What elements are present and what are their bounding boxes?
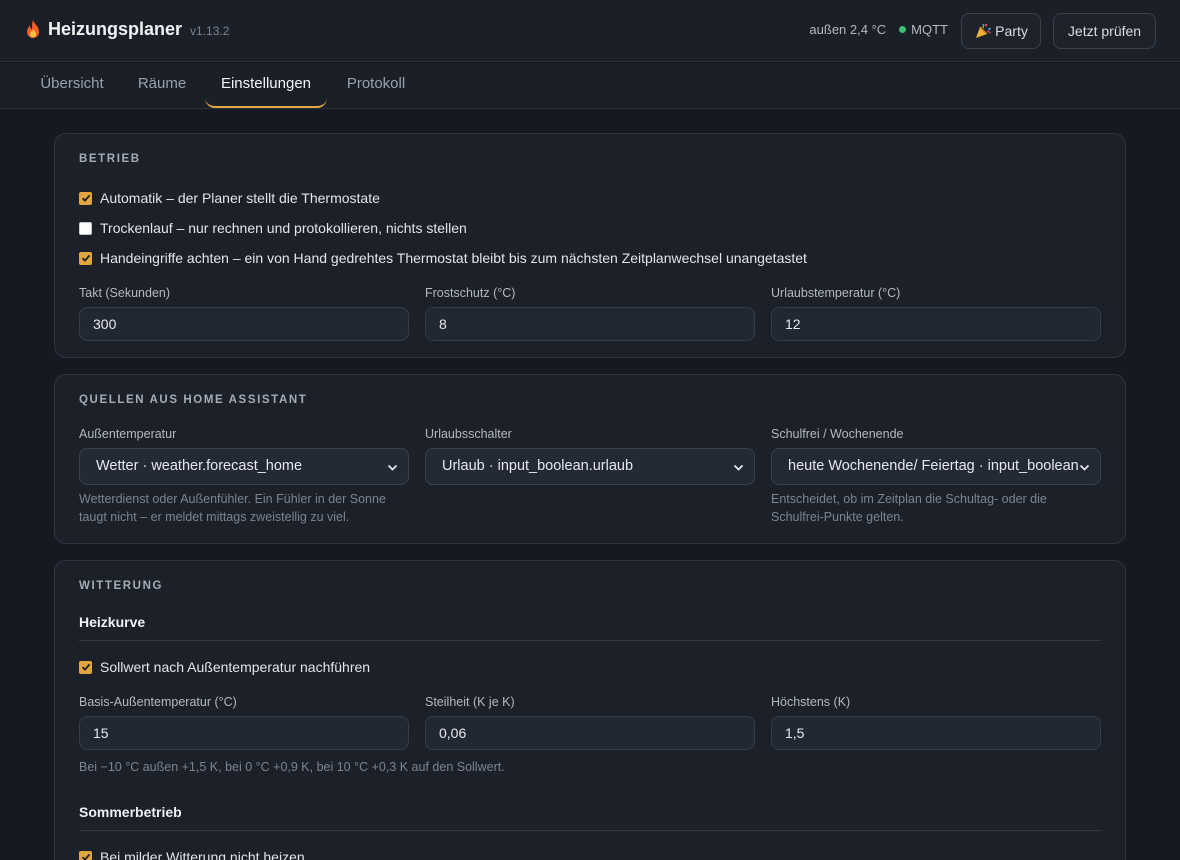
tab-bar: Übersicht Räume Einstellungen Protokoll: [0, 63, 1180, 109]
card-title-betrieb: BETRIEB: [79, 153, 141, 165]
schulfrei-label: Schulfrei / Wochenende: [771, 427, 904, 441]
steilheit-label: Steilheit (K je K): [425, 695, 515, 709]
aussentemperatur-label: Außentemperatur: [79, 427, 177, 441]
urlaubstemperatur-input[interactable]: 12: [771, 307, 1101, 341]
option-sommerbetrieb[interactable]: Bei milder Witterung nicht heizen: [79, 849, 305, 860]
party-button[interactable]: Party: [961, 13, 1041, 49]
aussentemperatur-hint: Wetterdienst oder Außenfühler. Ein Fühle…: [79, 492, 386, 524]
trockenlauf-checkbox[interactable]: [79, 221, 92, 235]
chevron-down-icon: [733, 464, 744, 471]
option-trockenlauf[interactable]: Trockenlauf – nur rechnen und protokolli…: [79, 220, 467, 236]
schulfrei-select-value: heute Wochenende/ Feiertag · input_boole…: [788, 458, 1078, 474]
tab-rooms[interactable]: Räume: [130, 63, 194, 108]
urlaubsschalter-select[interactable]: Urlaub · input_boolean.urlaub: [425, 448, 755, 485]
option-handeingriffe[interactable]: Handeingriffe achten – ein von Hand gedr…: [79, 250, 807, 266]
chevron-down-icon: [1079, 464, 1090, 471]
schulfrei-hint: Entscheidet, ob im Zeitplan die Schultag…: [771, 492, 1047, 524]
status-area: außen 2,4 °C MQTT: [809, 22, 948, 37]
handeingriffe-label: Handeingriffe achten – ein von Hand gedr…: [100, 250, 807, 266]
option-automatik[interactable]: Automatik – der Planer stellt die Thermo…: [79, 190, 380, 206]
option-heizkurve[interactable]: Sollwert nach Außentemperatur nachführen: [79, 659, 370, 675]
frostschutz-input[interactable]: 8: [425, 307, 755, 341]
heizkurve-divider: [79, 640, 1101, 641]
app-version: v1.13.2: [190, 24, 230, 38]
card-betrieb: BETRIEB Automatik – der Planer stellt di…: [54, 133, 1126, 358]
sommerbetrieb-option-label: Bei milder Witterung nicht heizen: [100, 849, 305, 860]
mqtt-status-dot: [899, 26, 907, 33]
hoechstens-label: Höchstens (K): [771, 695, 851, 709]
flame-icon: [27, 19, 39, 38]
check-now-button[interactable]: Jetzt prüfen: [1053, 13, 1156, 49]
takt-label: Takt (Sekunden): [79, 286, 171, 300]
hoechstens-input[interactable]: 1,5: [771, 716, 1101, 750]
sommerbetrieb-heading: Sommerbetrieb: [79, 804, 182, 820]
automatik-checkbox[interactable]: [79, 191, 92, 205]
top-bar: Heizungsplaner v1.13.2 außen 2,4 °C MQTT…: [0, 0, 1180, 62]
card-title-quellen: QUELLEN AUS HOME ASSISTANT: [79, 394, 308, 406]
steilheit-input[interactable]: 0,06: [425, 716, 755, 750]
tab-settings[interactable]: Einstellungen: [205, 63, 327, 108]
chevron-down-icon: [387, 464, 398, 471]
tab-log[interactable]: Protokoll: [338, 63, 414, 108]
urlaubsschalter-select-value: Urlaub · input_boolean.urlaub: [442, 458, 634, 474]
heizkurve-option-label: Sollwert nach Außentemperatur nachführen: [100, 659, 371, 675]
aussentemperatur-select-value: Wetter · weather.forecast_home: [96, 458, 303, 474]
mqtt-status-label: MQTT: [911, 22, 948, 37]
heizkurve-heading: Heizkurve: [79, 614, 146, 630]
urlaubstemperatur-label: Urlaubstemperatur (°C): [771, 286, 901, 300]
card-witterung: WITTERUNG Heizkurve Sollwert nach Außent…: [54, 560, 1126, 860]
sommerbetrieb-divider: [79, 830, 1101, 831]
automatik-label: Automatik – der Planer stellt die Thermo…: [100, 190, 380, 206]
tab-overview[interactable]: Übersicht: [30, 63, 114, 108]
card-quellen: QUELLEN AUS HOME ASSISTANT Außentemperat…: [54, 374, 1126, 544]
aussentemperatur-select[interactable]: Wetter · weather.forecast_home: [79, 448, 409, 485]
party-popper-icon: [976, 23, 992, 38]
handeingriffe-checkbox[interactable]: [79, 251, 92, 265]
heizkurve-hint: Bei −10 °C außen +1,5 K, bei 0 °C +0,9 K…: [79, 760, 505, 774]
card-title-witterung: WITTERUNG: [79, 580, 164, 592]
basis-temp-label: Basis-Außentemperatur (°C): [79, 695, 237, 709]
urlaubsschalter-label: Urlaubsschalter: [425, 427, 512, 441]
heizkurve-checkbox[interactable]: [79, 660, 92, 674]
brand: Heizungsplaner v1.13.2: [24, 19, 229, 40]
basis-temp-input[interactable]: 15: [79, 716, 409, 750]
sommerbetrieb-checkbox[interactable]: [79, 850, 92, 860]
schulfrei-select[interactable]: heute Wochenende/ Feiertag · input_boole…: [771, 448, 1101, 485]
frostschutz-label: Frostschutz (°C): [425, 286, 516, 300]
app-title: Heizungsplaner: [48, 19, 183, 39]
outside-temperature: außen 2,4 °C: [809, 22, 887, 37]
trockenlauf-label: Trockenlauf – nur rechnen und protokolli…: [100, 220, 467, 236]
party-button-label: Party: [995, 23, 1028, 39]
takt-input[interactable]: 300: [79, 307, 409, 341]
